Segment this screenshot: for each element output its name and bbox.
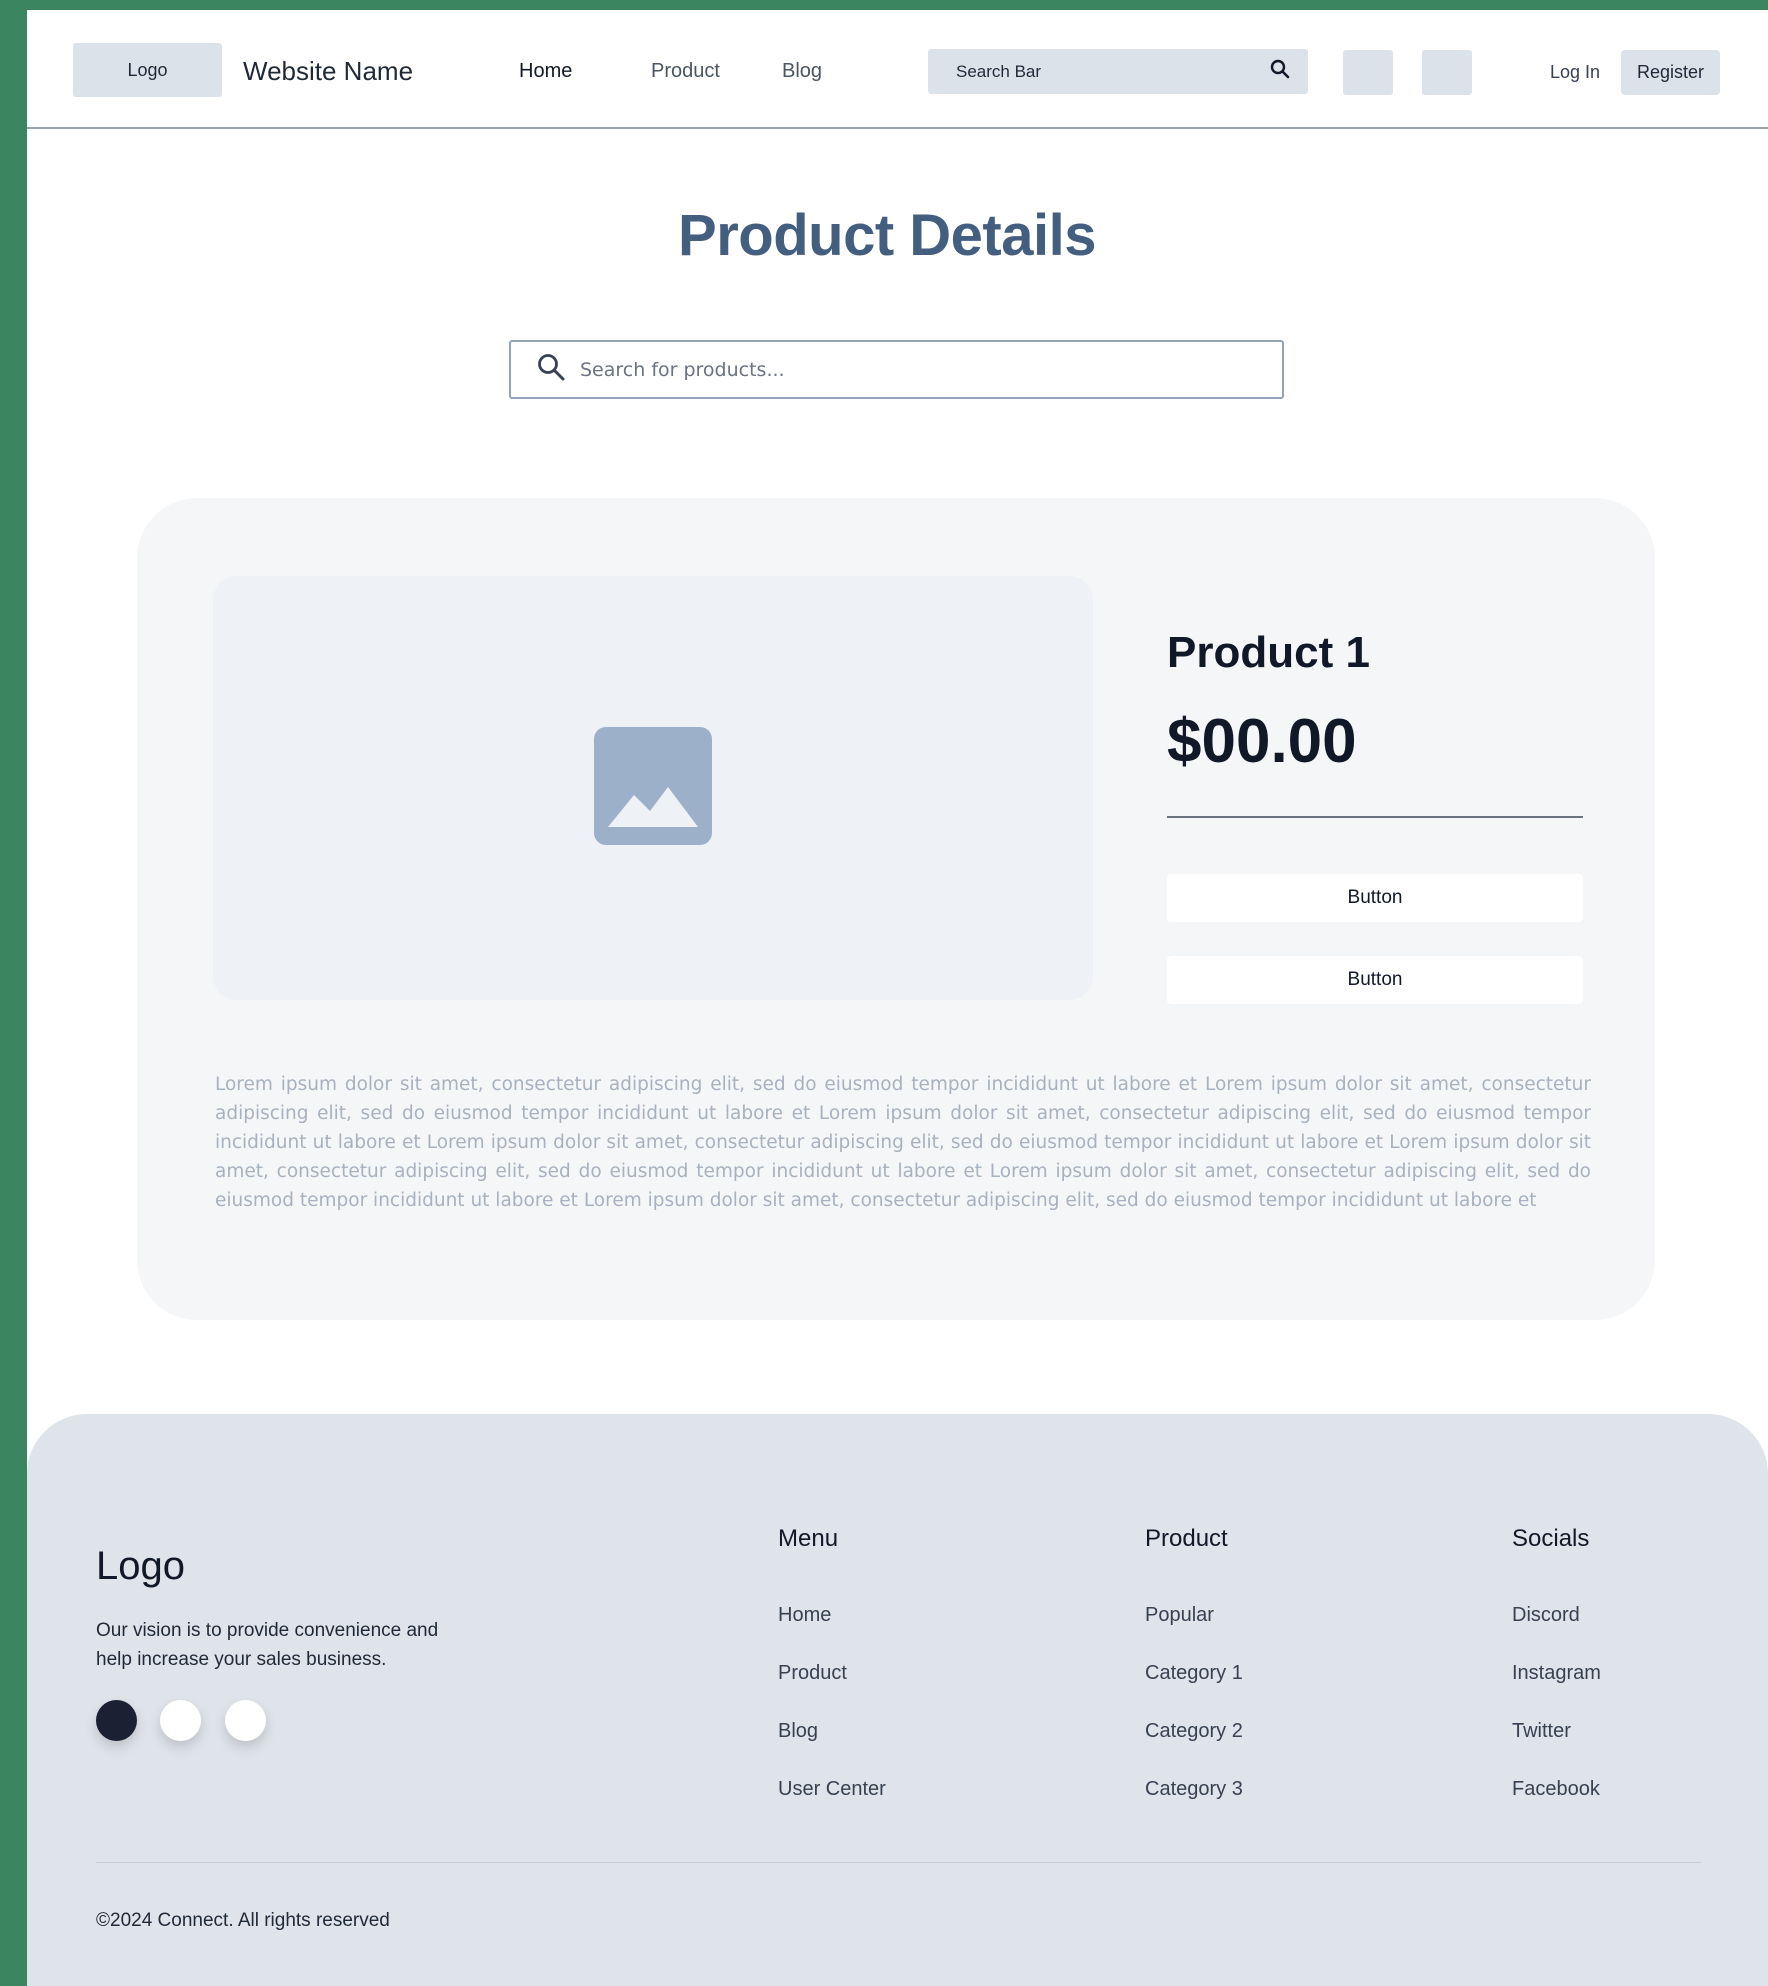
footer-social-facebook[interactable]: Facebook xyxy=(1512,1778,1600,1801)
product-button-2[interactable]: Button xyxy=(1167,956,1583,1004)
product-price: $00.00 xyxy=(1167,707,1357,776)
footer-logo[interactable]: Logo xyxy=(96,1544,185,1589)
page: Logo Website Name Home Product Blog Sear… xyxy=(27,10,1768,1986)
header-search-bar[interactable]: Search Bar xyxy=(928,49,1308,94)
search-icon xyxy=(536,352,566,387)
footer: Logo Our vision is to provide convenienc… xyxy=(27,1414,1768,1986)
footer-menu-product[interactable]: Product xyxy=(778,1662,847,1685)
social-dot-2[interactable] xyxy=(160,1700,201,1741)
footer-product-category-2[interactable]: Category 2 xyxy=(1145,1720,1243,1743)
footer-vision-text: Our vision is to provide convenience and… xyxy=(96,1620,439,1670)
header: Logo Website Name Home Product Blog Sear… xyxy=(27,10,1768,129)
product-image xyxy=(213,576,1093,1000)
product-button-1[interactable]: Button xyxy=(1167,874,1583,922)
footer-product-popular[interactable]: Popular xyxy=(1145,1604,1214,1627)
header-icon-button-2[interactable] xyxy=(1422,50,1472,95)
footer-menu-home[interactable]: Home xyxy=(778,1604,831,1627)
search-icon[interactable] xyxy=(1270,59,1290,84)
footer-menu-user-center[interactable]: User Center xyxy=(778,1778,886,1801)
nav-blog[interactable]: Blog xyxy=(782,60,822,83)
image-placeholder-icon xyxy=(594,726,712,850)
login-link[interactable]: Log In xyxy=(1550,62,1600,83)
header-icon-button-1[interactable] xyxy=(1343,50,1393,95)
footer-menu-blog[interactable]: Blog xyxy=(778,1720,818,1743)
social-dot-1[interactable] xyxy=(96,1700,137,1741)
footer-menu-heading: Menu xyxy=(778,1525,839,1552)
price-divider xyxy=(1167,816,1583,818)
footer-social-twitter[interactable]: Twitter xyxy=(1512,1720,1571,1743)
footer-socials-heading: Socials xyxy=(1512,1525,1590,1552)
footer-social-discord[interactable]: Discord xyxy=(1512,1604,1580,1627)
website-name[interactable]: Website Name xyxy=(243,56,413,87)
nav-product[interactable]: Product xyxy=(651,60,720,83)
header-search-label: Search Bar xyxy=(956,61,1042,81)
page-title: Product Details xyxy=(678,203,1096,268)
nav-home[interactable]: Home xyxy=(519,60,572,83)
footer-product-category-1[interactable]: Category 1 xyxy=(1145,1662,1243,1685)
footer-product-category-3[interactable]: Category 3 xyxy=(1145,1778,1243,1801)
copyright: ©2024 Connect. All rights reserved xyxy=(96,1910,390,1931)
footer-product-heading: Product xyxy=(1145,1525,1228,1552)
product-name: Product 1 xyxy=(1167,628,1370,677)
social-dot-3[interactable] xyxy=(225,1700,266,1741)
product-card: Product 1 $00.00 Button Button Lorem ips… xyxy=(137,498,1655,1320)
product-search-box[interactable] xyxy=(509,340,1284,399)
footer-social-instagram[interactable]: Instagram xyxy=(1512,1662,1601,1685)
header-logo[interactable]: Logo xyxy=(73,43,222,97)
product-description: Lorem ipsum dolor sit amet, consectetur … xyxy=(215,1074,1591,1211)
register-button[interactable]: Register xyxy=(1621,50,1720,95)
product-search-input[interactable] xyxy=(580,358,1220,381)
footer-divider xyxy=(96,1862,1701,1863)
